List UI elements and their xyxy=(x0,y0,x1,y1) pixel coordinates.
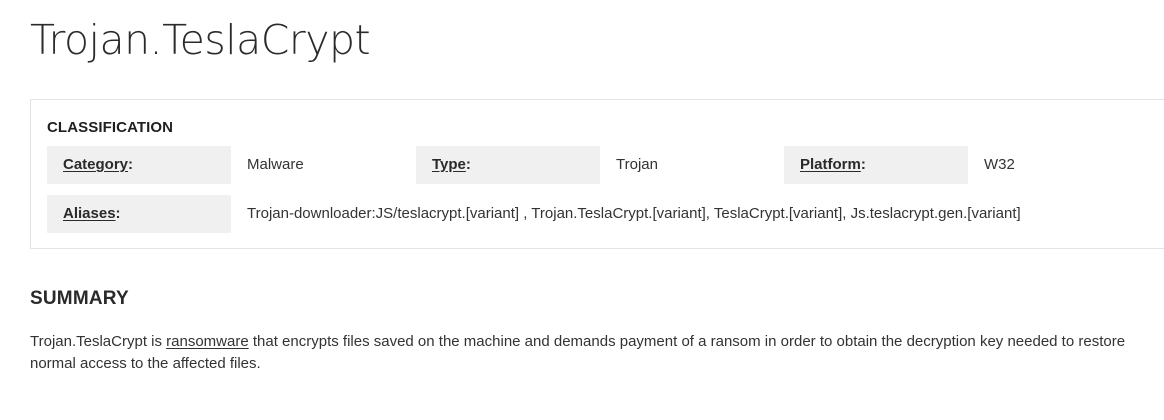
type-label-colon: : xyxy=(465,156,471,173)
type-value: Trojan xyxy=(616,156,658,173)
aliases-value: Trojan-downloader:JS/teslacrypt.[variant… xyxy=(247,205,1021,222)
platform-label-colon: : xyxy=(860,156,866,173)
classification-panel: CLASSIFICATION Category: Malware Type: T… xyxy=(30,99,1164,249)
type-label-link[interactable]: Type xyxy=(432,156,466,173)
summary-paragraph: Trojan.TeslaCrypt is ransomware that enc… xyxy=(30,331,1140,375)
type-label: Type: xyxy=(416,146,600,184)
aliases-label-link[interactable]: Aliases xyxy=(63,205,116,222)
platform-value: W32 xyxy=(984,156,1015,173)
category-label-link[interactable]: Category xyxy=(63,156,128,173)
page-title: Trojan.TeslaCrypt xyxy=(30,16,371,64)
ransomware-link[interactable]: ransomware xyxy=(166,333,249,350)
aliases-label: Aliases: xyxy=(47,195,231,233)
aliases-label-colon: : xyxy=(115,205,121,222)
category-label: Category: xyxy=(47,146,231,184)
platform-label: Platform: xyxy=(784,146,968,184)
category-label-colon: : xyxy=(128,156,134,173)
platform-label-link[interactable]: Platform xyxy=(800,156,861,173)
category-value: Malware xyxy=(247,156,304,173)
summary-text-start: Trojan.TeslaCrypt is xyxy=(30,333,167,350)
classification-heading: CLASSIFICATION xyxy=(47,119,174,136)
summary-heading: SUMMARY xyxy=(30,288,129,309)
